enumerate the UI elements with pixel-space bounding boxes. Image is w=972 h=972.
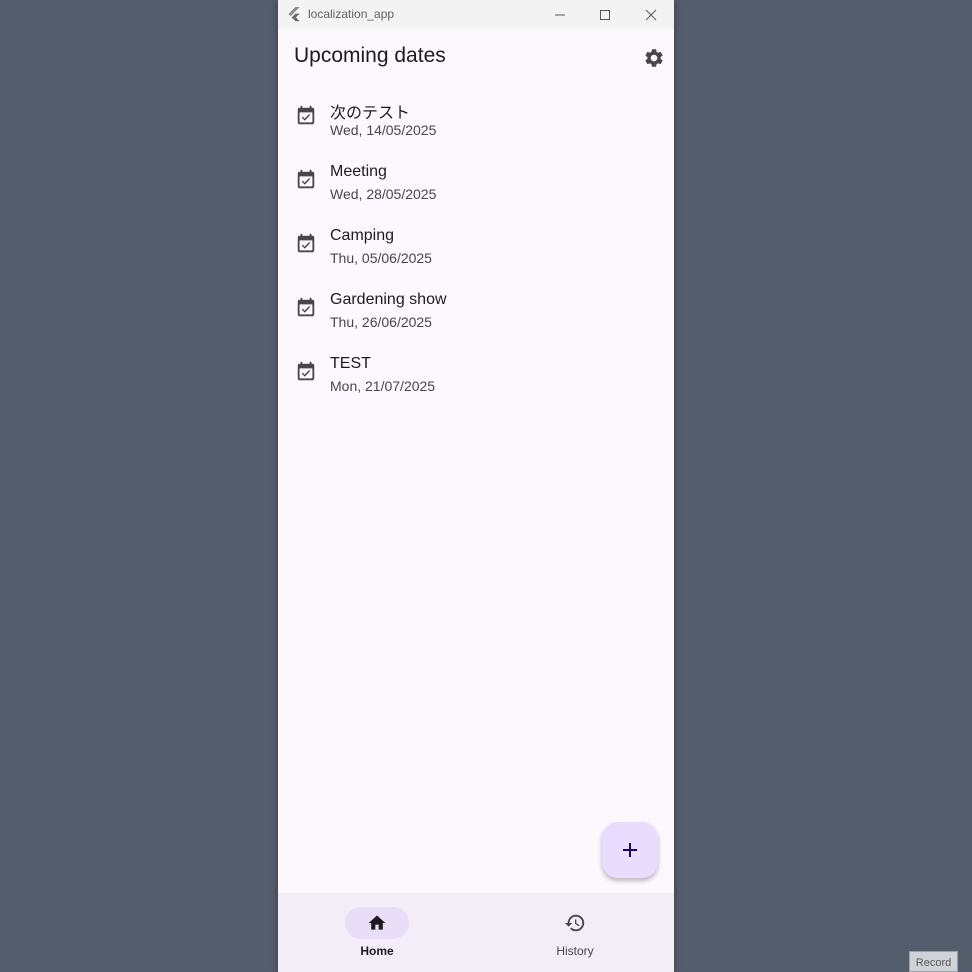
list-item[interactable]: Gardening show Thu, 26/06/2025 xyxy=(278,284,674,348)
event-date: Thu, 05/06/2025 xyxy=(330,250,432,266)
minimize-icon xyxy=(555,14,565,15)
flutter-logo-icon xyxy=(288,7,300,22)
bottom-navigation-bar: Home History xyxy=(278,893,674,972)
window-title: localization_app xyxy=(308,7,395,21)
record-button[interactable]: Record xyxy=(909,951,958,972)
event-date: Wed, 14/05/2025 xyxy=(330,122,437,138)
event-available-icon xyxy=(297,233,315,253)
event-date: Mon, 21/07/2025 xyxy=(330,378,436,394)
app-window: localization_app Upcoming dates 次のテスト We… xyxy=(278,0,674,972)
event-title: Camping xyxy=(330,227,395,244)
gear-icon xyxy=(645,49,663,67)
close-icon xyxy=(645,9,657,20)
event-available-icon xyxy=(297,169,315,189)
event-title: Gardening show xyxy=(330,291,447,308)
list-item[interactable]: TEST Mon, 21/07/2025 xyxy=(278,348,674,412)
list-item[interactable]: 次のテスト Wed, 14/05/2025 xyxy=(278,92,674,156)
nav-item-history[interactable]: History xyxy=(476,893,674,972)
nav-label-history: History xyxy=(556,944,594,958)
nav-icon-container xyxy=(543,907,607,939)
event-available-icon xyxy=(297,361,315,381)
home-icon xyxy=(368,915,386,930)
page-title: Upcoming dates xyxy=(294,44,446,67)
nav-label-home: Home xyxy=(360,944,394,958)
minimize-button[interactable] xyxy=(537,0,583,29)
maximize-button[interactable] xyxy=(582,0,628,29)
close-button[interactable] xyxy=(628,0,674,29)
list-item[interactable]: Meeting Wed, 28/05/2025 xyxy=(278,156,674,220)
event-list: 次のテスト Wed, 14/05/2025 Meeting Wed, 28/05… xyxy=(278,92,674,412)
maximize-icon xyxy=(600,9,610,20)
add-event-button[interactable] xyxy=(602,822,658,878)
history-icon xyxy=(564,914,585,932)
active-indicator xyxy=(345,907,409,939)
event-title: Meeting xyxy=(330,163,387,180)
title-bar[interactable]: localization_app xyxy=(278,0,674,29)
settings-button[interactable] xyxy=(638,42,670,74)
plus-icon xyxy=(623,843,637,857)
event-available-icon xyxy=(297,105,315,125)
event-date: Wed, 28/05/2025 xyxy=(330,186,437,202)
event-title: TEST xyxy=(330,355,371,372)
event-date: Thu, 26/06/2025 xyxy=(330,314,432,330)
event-available-icon xyxy=(297,297,315,317)
event-title: 次のテスト xyxy=(330,105,411,122)
nav-item-home[interactable]: Home xyxy=(278,893,476,972)
list-item[interactable]: Camping Thu, 05/06/2025 xyxy=(278,220,674,284)
